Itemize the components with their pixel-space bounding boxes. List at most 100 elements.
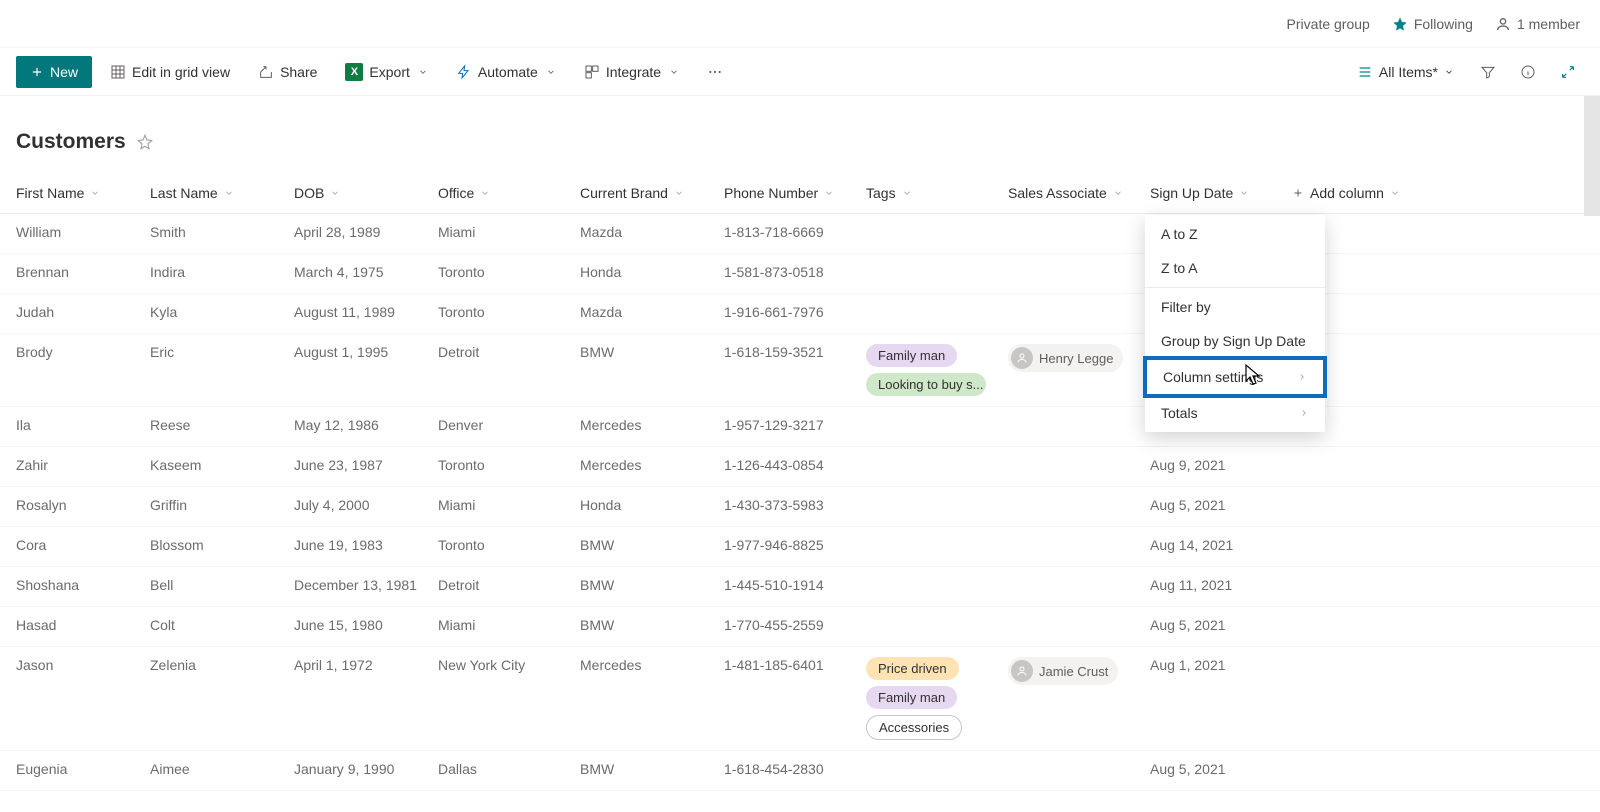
cell: April 1, 1972 bbox=[286, 647, 430, 683]
cell: Blossom bbox=[142, 527, 286, 563]
cell-tags bbox=[858, 407, 1000, 427]
cell: Jason bbox=[0, 647, 142, 683]
table-row[interactable]: IlaReeseMay 12, 1986DenverMercedes1-957-… bbox=[0, 407, 1600, 447]
chevron-down-icon bbox=[330, 188, 340, 198]
cell: Miami bbox=[430, 487, 572, 523]
cell: 1-916-661-7976 bbox=[716, 294, 858, 330]
scrollbar[interactable] bbox=[1584, 96, 1600, 216]
data-grid: First Name Last Name DOB Office Current … bbox=[0, 172, 1600, 791]
menu-column-settings[interactable]: Column settings bbox=[1147, 360, 1323, 394]
table-row[interactable]: EugeniaAimeeJanuary 9, 1990DallasBMW1-61… bbox=[0, 751, 1600, 791]
favorite-star-button[interactable] bbox=[136, 133, 154, 151]
automate-button[interactable]: Automate bbox=[446, 56, 566, 88]
excel-icon: X bbox=[345, 63, 363, 81]
column-header-menu: A to Z Z to A Filter by Group by Sign Up… bbox=[1145, 215, 1325, 432]
list-title: Customers bbox=[16, 130, 126, 154]
table-row[interactable]: BrodyEricAugust 1, 1995DetroitBMW1-618-1… bbox=[0, 334, 1600, 407]
cell: 1-445-510-1914 bbox=[716, 567, 858, 603]
view-selector[interactable]: All Items* bbox=[1347, 56, 1464, 88]
cell: 1-618-454-2830 bbox=[716, 751, 858, 787]
cell: Detroit bbox=[430, 567, 572, 603]
expand-button[interactable] bbox=[1552, 56, 1584, 88]
filter-icon bbox=[1480, 64, 1496, 80]
chevron-down-icon bbox=[1444, 67, 1454, 77]
menu-separator bbox=[1145, 287, 1325, 288]
cell: Denver bbox=[430, 407, 572, 443]
cell: Mercedes bbox=[572, 447, 716, 483]
cell: 1-126-443-0854 bbox=[716, 447, 858, 483]
table-row[interactable]: ShoshanaBellDecember 13, 1981DetroitBMW1… bbox=[0, 567, 1600, 607]
cell: BMW bbox=[572, 334, 716, 370]
members-count[interactable]: 1 member bbox=[1495, 16, 1580, 32]
cell: Shoshana bbox=[0, 567, 142, 603]
tag-pill: Family man bbox=[866, 686, 957, 709]
table-row[interactable]: ZahirKaseemJune 23, 1987TorontoMercedes1… bbox=[0, 447, 1600, 487]
expand-icon bbox=[1560, 64, 1576, 80]
share-button[interactable]: Share bbox=[248, 56, 327, 88]
cell: New York City bbox=[430, 647, 572, 683]
table-row[interactable]: CoraBlossomJune 19, 1983TorontoBMW1-977-… bbox=[0, 527, 1600, 567]
col-dob[interactable]: DOB bbox=[286, 175, 430, 211]
integrate-button[interactable]: Integrate bbox=[574, 56, 689, 88]
col-office[interactable]: Office bbox=[430, 175, 572, 211]
col-phone[interactable]: Phone Number bbox=[716, 175, 858, 211]
menu-a-to-z[interactable]: A to Z bbox=[1145, 217, 1325, 251]
table-row[interactable]: JasonZeleniaApril 1, 1972New York CityMe… bbox=[0, 647, 1600, 751]
cell: Hasad bbox=[0, 607, 142, 643]
list-title-row: Customers bbox=[0, 96, 1600, 172]
ellipsis-icon bbox=[707, 64, 723, 80]
menu-totals[interactable]: Totals bbox=[1145, 396, 1325, 430]
cell-tags bbox=[858, 751, 1000, 771]
share-icon bbox=[258, 64, 274, 80]
cell: Colt bbox=[142, 607, 286, 643]
col-last-name[interactable]: Last Name bbox=[142, 175, 286, 211]
cell-tags bbox=[858, 567, 1000, 587]
cell-tags: Family manLooking to buy s... bbox=[858, 334, 1000, 406]
more-button[interactable] bbox=[697, 56, 733, 88]
menu-filter-by[interactable]: Filter by bbox=[1145, 290, 1325, 324]
cell: Mazda bbox=[572, 294, 716, 330]
cell: Mercedes bbox=[572, 407, 716, 443]
col-sales-associate[interactable]: Sales Associate bbox=[1000, 175, 1142, 211]
cell-associate bbox=[1000, 214, 1142, 234]
add-column-button[interactable]: Add column bbox=[1284, 175, 1414, 211]
cell: 1-957-129-3217 bbox=[716, 407, 858, 443]
menu-z-to-a[interactable]: Z to A bbox=[1145, 251, 1325, 285]
avatar bbox=[1011, 347, 1033, 369]
menu-group-by[interactable]: Group by Sign Up Date bbox=[1145, 324, 1325, 358]
info-button[interactable] bbox=[1512, 56, 1544, 88]
cell-associate bbox=[1000, 254, 1142, 274]
star-filled-icon bbox=[1392, 16, 1408, 32]
edit-grid-button[interactable]: Edit in grid view bbox=[100, 56, 240, 88]
filter-button[interactable] bbox=[1472, 56, 1504, 88]
avatar bbox=[1011, 660, 1033, 682]
col-first-name[interactable]: First Name bbox=[0, 175, 142, 211]
tag-pill: Family man bbox=[866, 344, 957, 367]
cell: January 9, 1990 bbox=[286, 751, 430, 787]
export-button[interactable]: X Export bbox=[335, 56, 437, 88]
table-row[interactable]: WilliamSmithApril 28, 1989MiamiMazda1-81… bbox=[0, 214, 1600, 254]
tag-pill: Accessories bbox=[866, 715, 962, 740]
table-row[interactable]: RosalynGriffinJuly 4, 2000MiamiHonda1-43… bbox=[0, 487, 1600, 527]
cell-associate: Henry Legge bbox=[1000, 334, 1142, 382]
cell-associate bbox=[1000, 487, 1142, 507]
cell: 1-770-455-2559 bbox=[716, 607, 858, 643]
table-row[interactable]: HasadColtJune 15, 1980MiamiBMW1-770-455-… bbox=[0, 607, 1600, 647]
table-row[interactable]: BrennanIndiraMarch 4, 1975TorontoHonda1-… bbox=[0, 254, 1600, 294]
chevron-down-icon bbox=[1113, 188, 1123, 198]
table-row[interactable]: JudahKylaAugust 11, 1989TorontoMazda1-91… bbox=[0, 294, 1600, 334]
person-icon bbox=[1495, 16, 1511, 32]
new-button[interactable]: New bbox=[16, 56, 92, 88]
header-info-bar: Private group Following 1 member bbox=[0, 0, 1600, 48]
cell: BMW bbox=[572, 527, 716, 563]
associate-name: Jamie Crust bbox=[1039, 664, 1108, 679]
col-tags[interactable]: Tags bbox=[858, 175, 1000, 211]
cell: Aug 11, 2021 bbox=[1142, 567, 1284, 603]
cell: Toronto bbox=[430, 447, 572, 483]
col-signup-date[interactable]: Sign Up Date bbox=[1142, 175, 1284, 211]
following-status[interactable]: Following bbox=[1392, 16, 1473, 32]
col-brand[interactable]: Current Brand bbox=[572, 175, 716, 211]
cell-associate bbox=[1000, 527, 1142, 547]
cell-associate bbox=[1000, 567, 1142, 587]
cell-tags bbox=[858, 487, 1000, 507]
